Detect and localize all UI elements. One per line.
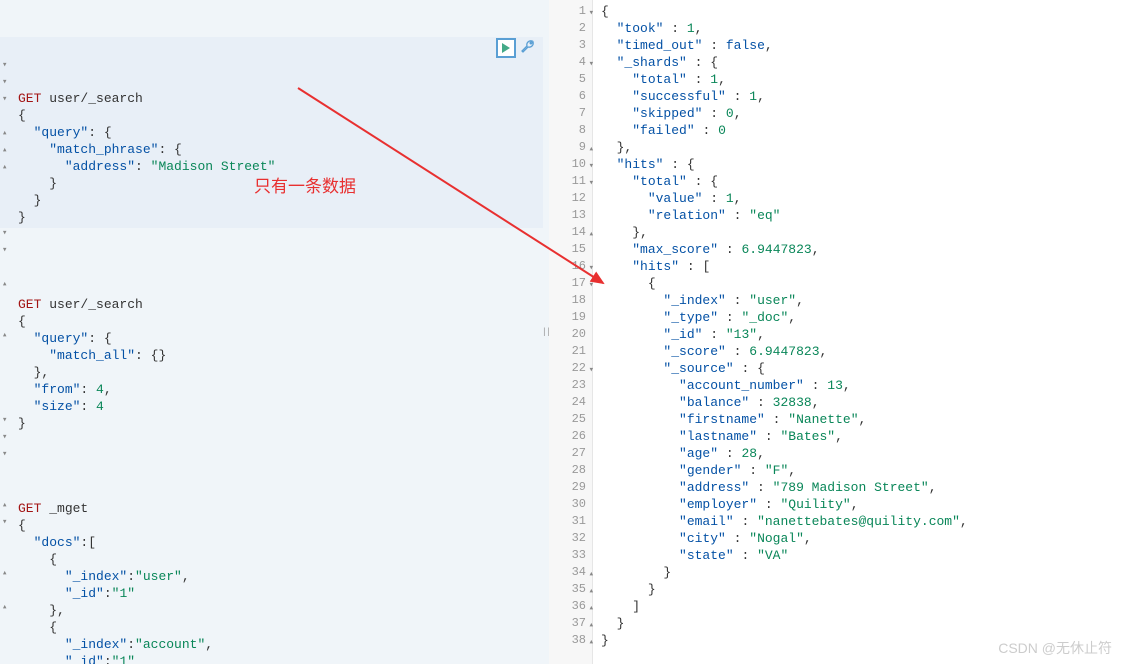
request-editor[interactable]: ▾▾▾▴▴▴ GET user/_search { "query": { "ma… bbox=[0, 0, 543, 664]
http-method: GET bbox=[18, 501, 41, 516]
play-icon bbox=[501, 43, 511, 53]
settings-button[interactable] bbox=[519, 38, 537, 56]
annotation-text: 只有一条数据 bbox=[254, 172, 356, 197]
run-query-button[interactable] bbox=[496, 38, 516, 58]
response-pane: 1▾234▾56789▴10▾11▾121314▴1516▾17▾1819202… bbox=[549, 0, 1122, 664]
http-method: GET bbox=[18, 91, 41, 106]
request-path: user/_search bbox=[49, 297, 143, 312]
query-actions bbox=[496, 38, 537, 58]
wrench-icon bbox=[520, 39, 536, 55]
active-query-block[interactable]: ▾▾▾▴▴▴ GET user/_search { "query": { "ma… bbox=[0, 37, 543, 228]
request-path: _mget bbox=[49, 501, 88, 516]
request-path: user/_search bbox=[49, 91, 143, 106]
response-body[interactable]: { "took" : 1, "timed_out" : false, "_sha… bbox=[593, 0, 1122, 664]
line-number-gutter: 1▾234▾56789▴10▾11▾121314▴1516▾17▾1819202… bbox=[549, 0, 593, 664]
request-pane[interactable]: ▾▾▾▴▴▴ GET user/_search { "query": { "ma… bbox=[0, 0, 543, 664]
watermark: CSDN @无休止符 bbox=[998, 638, 1112, 658]
http-method: GET bbox=[18, 297, 41, 312]
